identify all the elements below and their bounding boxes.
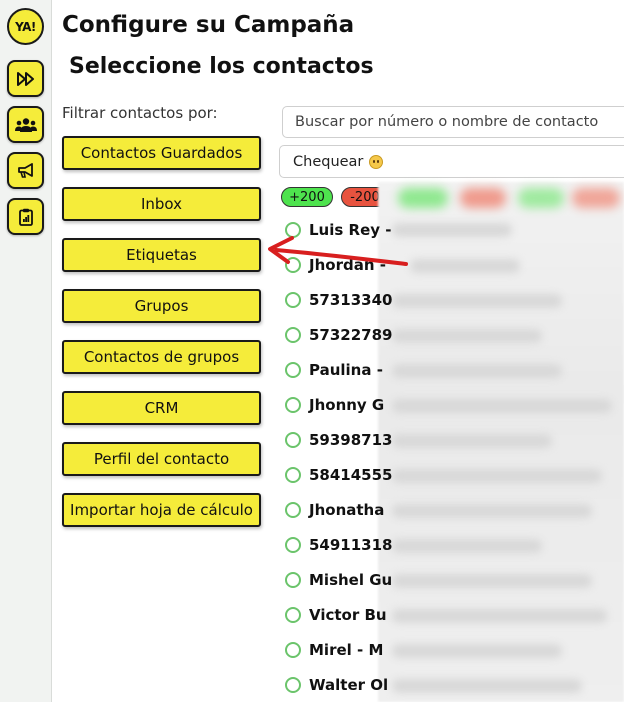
contact-item[interactable]: Jhonatha xyxy=(285,500,384,520)
contact-name: 57322789 xyxy=(309,326,393,344)
select-plus-200-button[interactable]: +200 xyxy=(281,187,333,207)
contact-item[interactable]: Jhonny G xyxy=(285,395,384,415)
check-label: Chequear xyxy=(293,153,364,170)
contact-name: Jhonatha xyxy=(309,501,385,519)
blurred-text xyxy=(392,644,562,658)
campaign-button[interactable] xyxy=(7,152,44,189)
contact-radio[interactable] xyxy=(285,397,301,413)
blurred-text xyxy=(392,504,592,518)
filter-label: Filtrar contactos por: xyxy=(62,104,218,122)
blurred-text xyxy=(392,294,562,308)
filter-tags-button[interactable]: Etiquetas xyxy=(62,238,261,272)
contact-item[interactable]: Mirel - M xyxy=(285,640,383,660)
blurred-text xyxy=(392,469,602,483)
contact-radio[interactable] xyxy=(285,537,301,553)
blurred-text xyxy=(392,574,592,588)
contact-radio[interactable] xyxy=(285,607,301,623)
blurred-text xyxy=(392,679,582,693)
blurred-text xyxy=(392,434,552,448)
annotation-arrow xyxy=(268,236,408,266)
blurred-text xyxy=(392,399,612,413)
search-input[interactable]: Buscar por número o nombre de contacto xyxy=(282,106,624,138)
contact-radio[interactable] xyxy=(285,327,301,343)
fast-forward-button[interactable] xyxy=(7,60,44,97)
blurred-pill xyxy=(572,188,620,208)
check-selector[interactable]: Chequear xyxy=(279,145,624,178)
contact-item[interactable]: 57322789 xyxy=(285,325,393,345)
blurred-text xyxy=(392,223,512,237)
contact-item[interactable]: Mishel Gu xyxy=(285,570,392,590)
emoji-icon xyxy=(369,154,384,169)
filter-group-contacts-button[interactable]: Contactos de grupos xyxy=(62,340,261,374)
contact-name: 59398713 xyxy=(309,431,393,449)
blurred-text xyxy=(410,259,520,273)
blurred-pill xyxy=(460,188,506,208)
contact-radio[interactable] xyxy=(285,362,301,378)
contact-item[interactable]: Victor Bu xyxy=(285,605,387,625)
contact-radio[interactable] xyxy=(285,467,301,483)
filter-contact-profile-button[interactable]: Perfil del contacto xyxy=(62,442,261,476)
contact-radio[interactable] xyxy=(285,677,301,693)
megaphone-icon xyxy=(17,162,33,178)
contact-radio[interactable] xyxy=(285,432,301,448)
contact-name: 54911318 xyxy=(309,536,393,554)
filter-saved-contacts-button[interactable]: Contactos Guardados xyxy=(62,136,261,170)
contact-name: Jhonny G xyxy=(309,396,385,414)
blurred-pill xyxy=(398,188,448,208)
contact-radio[interactable] xyxy=(285,572,301,588)
contact-item[interactable]: 59398713 xyxy=(285,430,393,450)
filter-inbox-button[interactable]: Inbox xyxy=(62,187,261,221)
filter-import-spreadsheet-button[interactable]: Importar hoja de cálculo xyxy=(62,493,261,527)
page-title: Configure su Campaña xyxy=(62,12,355,38)
contact-radio[interactable] xyxy=(285,502,301,518)
contact-name: Mirel - M xyxy=(309,641,384,659)
report-button[interactable] xyxy=(7,198,44,235)
contact-name: 58414555 xyxy=(309,466,393,484)
blurred-text xyxy=(392,609,607,623)
filter-crm-button[interactable]: CRM xyxy=(62,391,261,425)
contact-item[interactable]: Walter Ol xyxy=(285,675,388,695)
contact-name: Victor Bu xyxy=(309,606,387,624)
users-icon xyxy=(14,117,37,132)
contact-item[interactable]: 57313340 xyxy=(285,290,393,310)
filter-groups-button[interactable]: Grupos xyxy=(62,289,261,323)
contact-item[interactable]: 58414555 xyxy=(285,465,393,485)
page-subtitle: Seleccione los contactos xyxy=(69,54,374,79)
contact-item[interactable]: 54911318 xyxy=(285,535,393,555)
blurred-pill xyxy=(518,188,564,208)
contact-radio[interactable] xyxy=(285,642,301,658)
contact-name: Mishel Gu xyxy=(309,571,393,589)
contact-name: Walter Ol xyxy=(309,676,389,694)
contact-name: Paulina - xyxy=(309,361,383,379)
fast-forward-icon xyxy=(16,71,34,86)
blurred-text xyxy=(392,329,542,343)
blurred-text xyxy=(392,364,562,378)
logo[interactable]: YA! xyxy=(7,8,44,45)
sidebar: YA! xyxy=(0,0,52,702)
contact-name: 57313340 xyxy=(309,291,393,309)
blurred-text xyxy=(392,539,542,553)
contact-item[interactable]: Paulina - xyxy=(285,360,383,380)
contacts-button[interactable] xyxy=(7,106,44,143)
contact-radio[interactable] xyxy=(285,292,301,308)
clipboard-icon xyxy=(18,208,33,226)
